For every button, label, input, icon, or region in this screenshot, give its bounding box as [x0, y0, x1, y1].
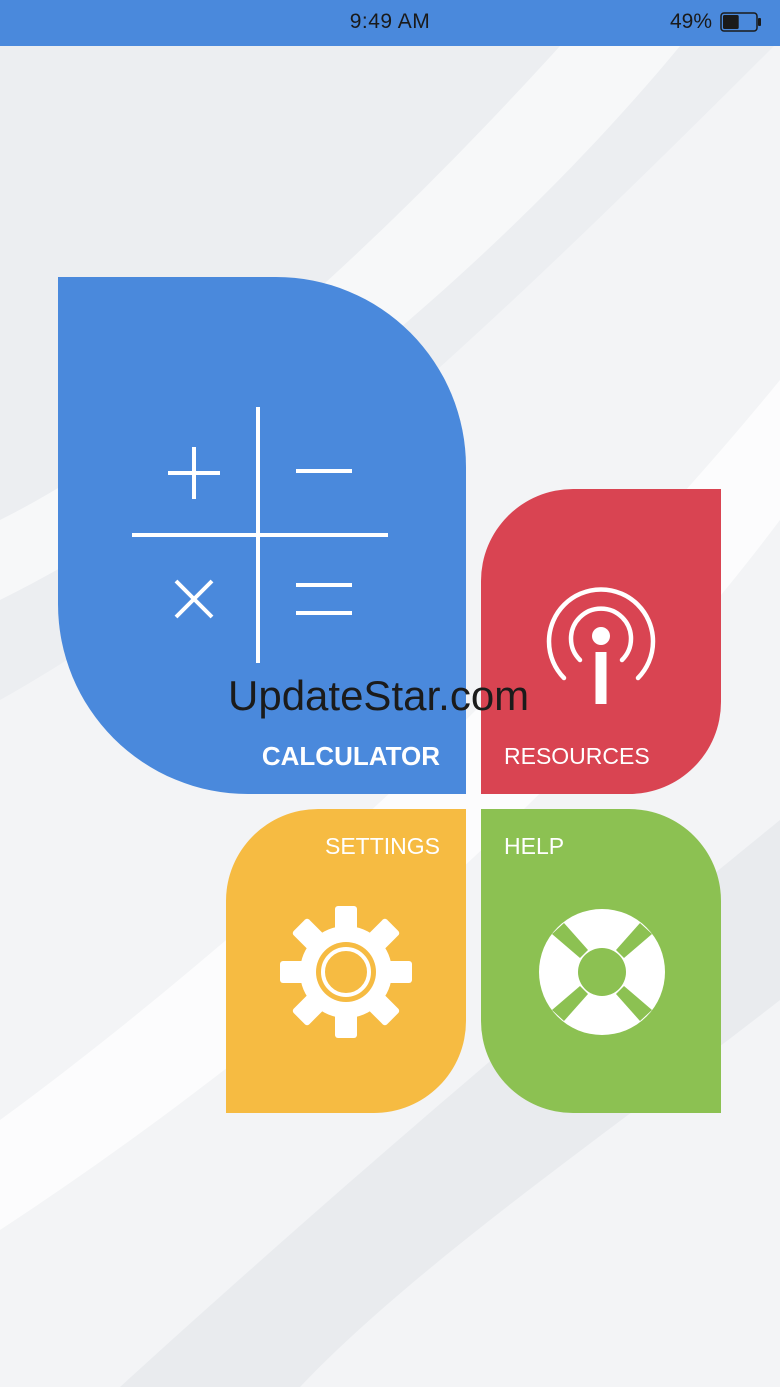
settings-tile[interactable]: SETTINGS [226, 809, 466, 1113]
settings-label: SETTINGS [324, 833, 440, 859]
status-bar: 9:49 AM 49% [0, 0, 780, 46]
lifebuoy-icon [539, 909, 665, 1035]
gear-icon [280, 906, 412, 1038]
calculator-icon [132, 407, 388, 663]
battery-icon [720, 12, 761, 32]
help-tile[interactable]: HELP [481, 809, 721, 1113]
resources-tile[interactable]: RESOURCES [481, 489, 721, 794]
status-time: 9:49 AM [349, 10, 431, 33]
watermark-text: UpdateStar.com [228, 672, 530, 719]
calculator-label: CALCULATOR [261, 741, 440, 771]
info-broadcast-icon [546, 587, 656, 704]
help-label: HELP [504, 833, 565, 859]
resources-label: RESOURCES [504, 743, 650, 769]
battery-percent: 49% [669, 10, 712, 33]
